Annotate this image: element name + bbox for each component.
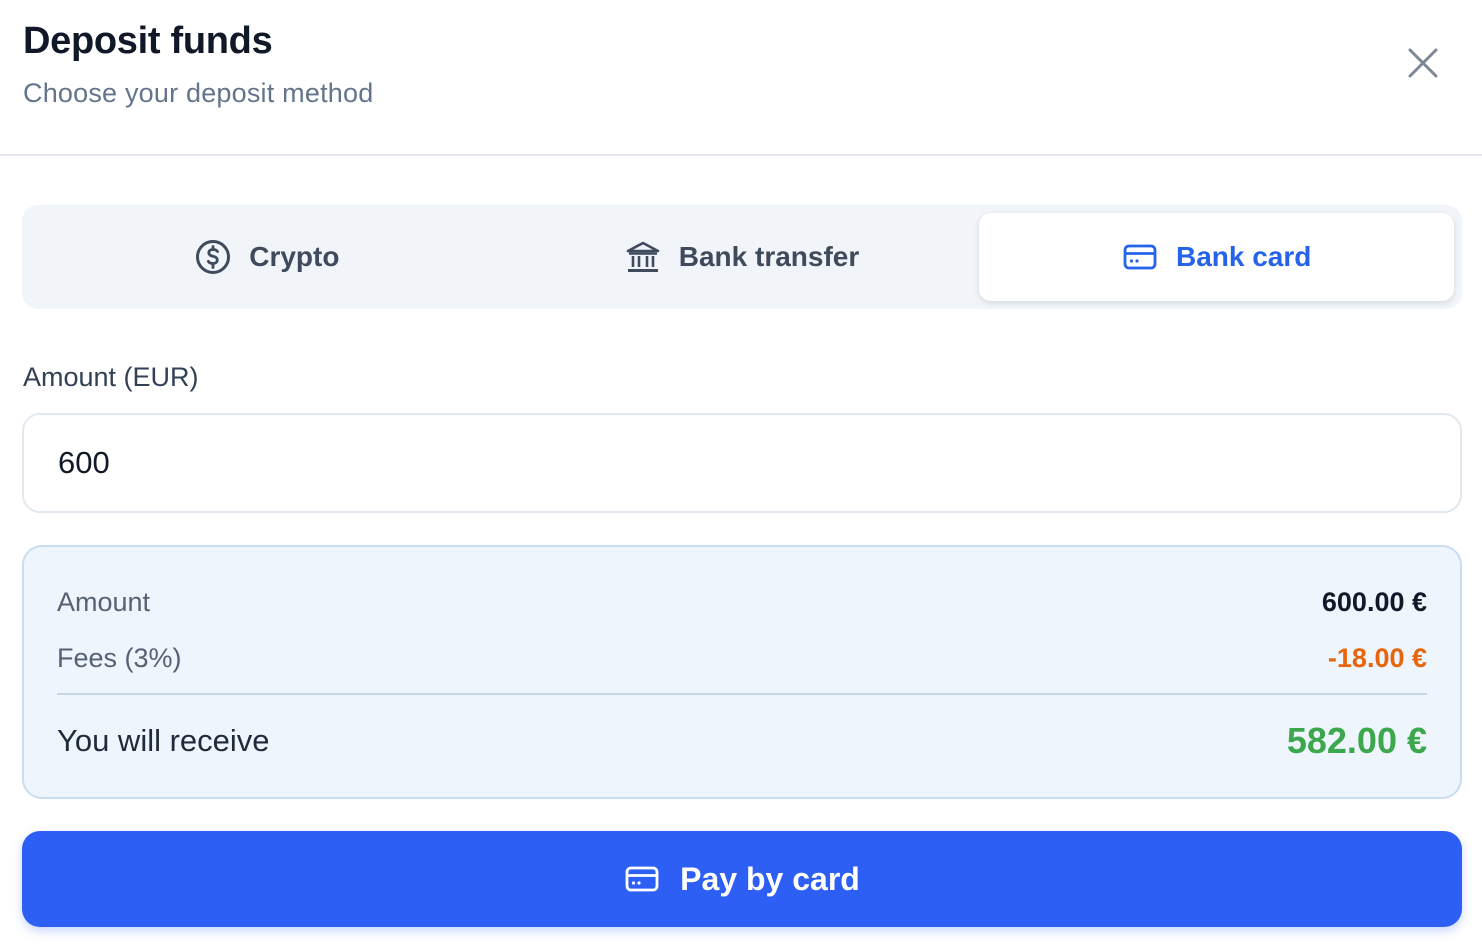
credit-card-icon — [1123, 244, 1157, 270]
modal-subtitle: Choose your deposit method — [23, 78, 374, 108]
summary-receive-label: You will receive — [57, 723, 270, 758]
pay-button-label: Pay by card — [680, 860, 860, 897]
amount-label: Amount (EUR) — [23, 362, 199, 392]
tab-label: Bank card — [1175, 241, 1312, 272]
amount-input[interactable] — [22, 413, 1462, 513]
summary-receive-value: 582.00 € — [1286, 720, 1427, 761]
tab-label: Bank transfer — [678, 241, 860, 272]
summary-row-receive: You will receive 582.00 € — [57, 720, 1427, 761]
modal-header: Deposit funds Choose your deposit method — [0, 0, 1482, 156]
dollar-circle-icon — [196, 240, 231, 274]
deposit-method-tabs: Crypto Bank transfer Bank card — [22, 205, 1462, 309]
summary-fees-label: Fees (3%) — [57, 642, 182, 673]
deposit-summary: Amount 600.00 € Fees (3%) -18.00 € You w… — [22, 545, 1462, 799]
summary-amount-value: 600.00 € — [1321, 586, 1427, 617]
tab-crypto[interactable]: Crypto — [30, 213, 505, 301]
summary-amount-label: Amount — [57, 586, 151, 617]
pay-by-card-button[interactable]: Pay by card — [22, 831, 1462, 927]
bank-icon — [626, 241, 660, 272]
summary-divider — [57, 693, 1427, 695]
credit-card-icon — [625, 866, 659, 892]
tab-bank-card[interactable]: Bank card — [979, 213, 1455, 301]
modal-title: Deposit funds — [23, 20, 273, 62]
close-icon — [1408, 48, 1438, 78]
tab-bank-transfer[interactable]: Bank transfer — [505, 213, 980, 301]
summary-row-fees: Fees (3%) -18.00 € — [57, 641, 1427, 675]
tab-label: Crypto — [249, 241, 340, 272]
summary-row-amount: Amount 600.00 € — [57, 585, 1427, 619]
close-button[interactable] — [1402, 42, 1444, 84]
summary-fees-value: -18.00 € — [1327, 642, 1427, 673]
